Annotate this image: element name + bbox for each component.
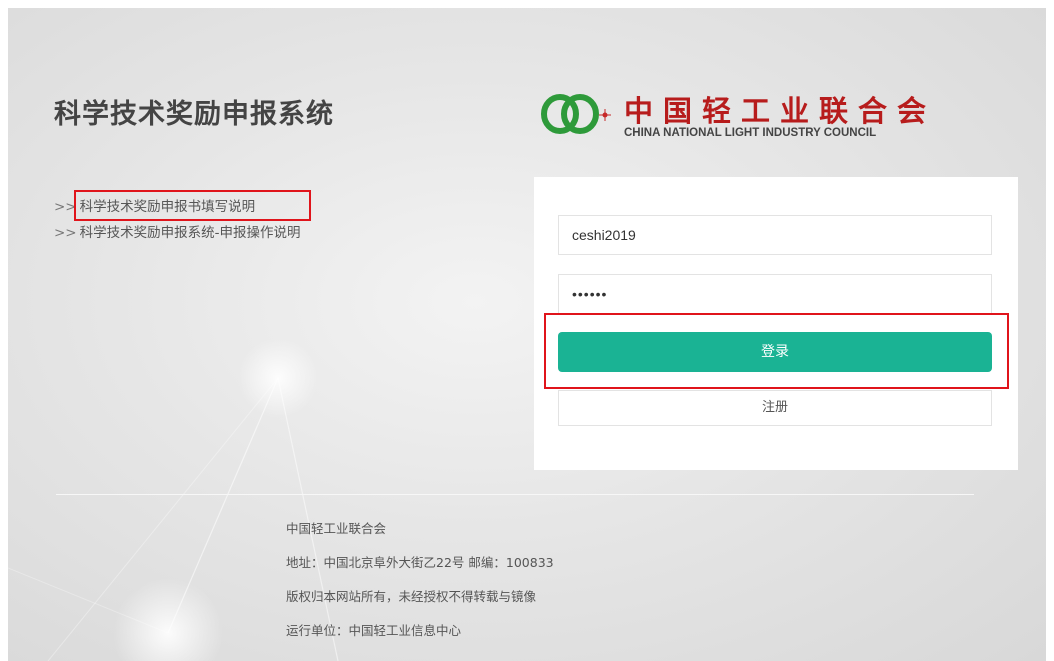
system-title: 科学技术奖励申报系统 [54, 99, 334, 130]
footer-copyright: 版权归本网站所有，未经授权不得转载与镜像 [286, 589, 537, 604]
logo-name-en: CHINA NATIONAL LIGHT INDUSTRY COUNCIL [624, 127, 877, 139]
link-operation-instructions[interactable]: 科学技术奖励申报系统-申报操作说明 [80, 225, 301, 241]
logo-name-cn: 中国轻工业联合会 [624, 94, 937, 128]
username-input[interactable]: ceshi2019 [558, 215, 992, 255]
link-arrow: >> [54, 225, 77, 241]
annotation-box-link [74, 190, 311, 221]
password-input[interactable]: •••••• [558, 274, 992, 314]
footer-operator: 运行单位：中国轻工业信息中心 [286, 623, 462, 638]
annotation-box-login [544, 313, 1009, 389]
register-button[interactable]: 注册 [558, 390, 992, 426]
page-background: 科学技术奖励申报系统 >> 科学技术奖励申报书填写说明 >> 科学技术奖励申报系统-… [8, 8, 1046, 661]
footer-address: 地址：中国北京阜外大街乙22号 邮编：100833 [286, 555, 554, 570]
org-logo: 中国轻工业联合会 CHINA NATIONAL LIGHT INDUSTRY C… [538, 90, 958, 150]
cnlic-logo-icon [541, 94, 611, 134]
footer-org: 中国轻工业联合会 [286, 521, 387, 536]
help-link-row: >> 科学技术奖励申报系统-申报操作说明 [54, 220, 301, 246]
footer: 中国轻工业联合会 地址：中国北京阜外大街乙22号 邮编：100833 版权归本网… [286, 518, 554, 654]
footer-divider [56, 494, 974, 495]
